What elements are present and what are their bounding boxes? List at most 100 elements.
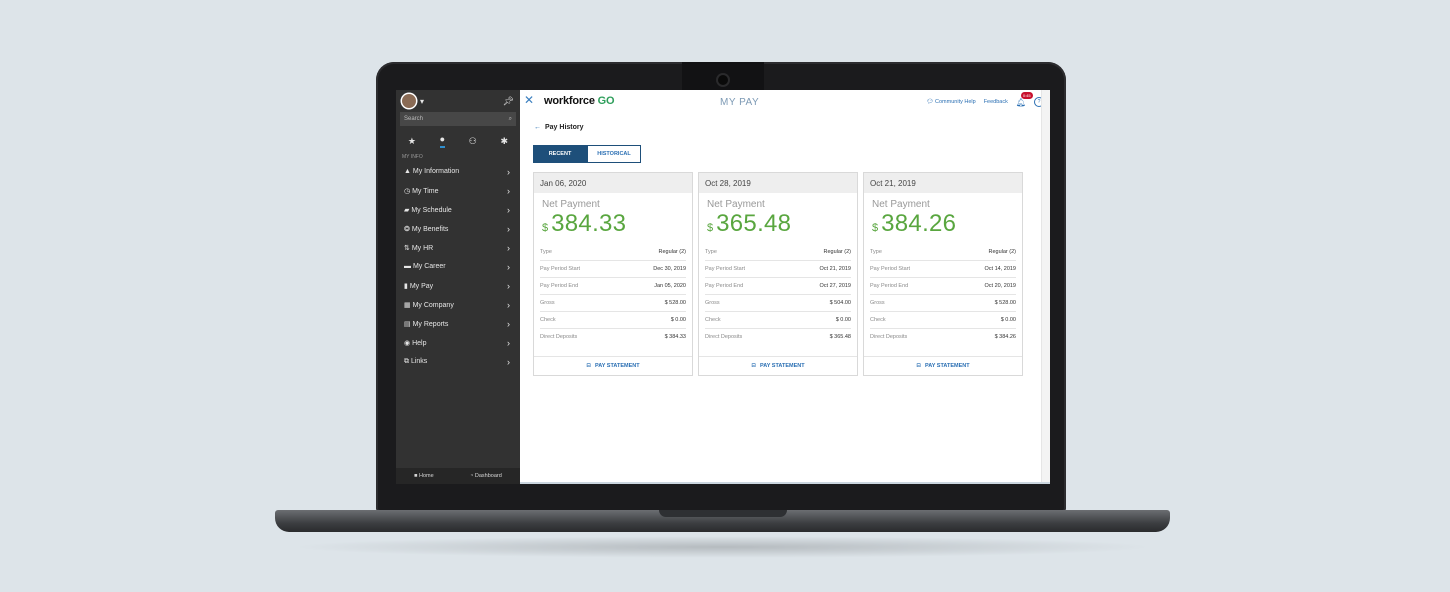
- sidebar-item-label: My Schedule: [411, 206, 452, 214]
- benefits-icon: ❂: [404, 225, 410, 233]
- feedback-link[interactable]: Feedback: [984, 99, 1008, 105]
- sidebar-item-left: ⇅ My HR: [404, 244, 433, 252]
- pay-row: Pay Period End Oct 20, 2019: [870, 278, 1016, 295]
- row-label: Pay Period Start: [540, 266, 581, 272]
- sidebar-item-my-information[interactable]: ▲ My Information ›: [396, 162, 520, 181]
- sidebar-item-left: ▬ My Career: [404, 263, 446, 270]
- pay-row: Pay Period Start Dec 30, 2019: [540, 261, 686, 278]
- sidebar-item-left: ▮ My Pay: [404, 282, 433, 290]
- close-icon[interactable]: ✕: [524, 93, 534, 107]
- chevron-right-icon: ›: [507, 299, 510, 310]
- tab-recent[interactable]: RECENT: [533, 145, 587, 163]
- breadcrumb-label: Pay History: [545, 124, 584, 131]
- sidebar-item-my-reports[interactable]: ▤ My Reports ›: [396, 314, 520, 333]
- sidebar-item-label: My Reports: [412, 320, 449, 328]
- row-label: Type: [705, 249, 717, 255]
- sidebar-item-my-pay[interactable]: ▮ My Pay ›: [396, 276, 520, 295]
- row-label: Gross: [870, 300, 885, 306]
- row-value: $ 504.00: [829, 300, 851, 306]
- breadcrumb[interactable]: ← Pay History: [534, 124, 584, 131]
- sidebar-item-left: ◉ Help: [404, 339, 426, 347]
- hr-icon: ⇅: [404, 244, 410, 252]
- sidebar-item-my-company[interactable]: ▦ My Company ›: [396, 295, 520, 314]
- camera: [718, 75, 728, 85]
- community-help-link[interactable]: 💬︎ Community Help: [927, 99, 976, 105]
- net-amount-value: 384.33: [551, 210, 627, 237]
- dashboard-link[interactable]: ◔ Dashboard: [470, 473, 502, 479]
- sidebar-item-my-hr[interactable]: ⇅ My HR ›: [396, 238, 520, 257]
- chevron-right-icon: ›: [507, 337, 510, 348]
- dashboard-label: Dashboard: [474, 473, 502, 479]
- sidebar-item-left: ▰ My Schedule: [404, 206, 452, 214]
- logo-accent: GO: [597, 95, 615, 107]
- tab-historical[interactable]: HISTORICAL: [587, 145, 641, 163]
- briefcase-icon: ▬: [404, 263, 411, 270]
- sidebar-item-left: ⧉ Links: [404, 358, 427, 366]
- net-amount-value: 384.26: [881, 210, 957, 237]
- sidebar-item-left: ▤ My Reports: [404, 320, 448, 328]
- net-amount: $384.26: [864, 210, 1022, 238]
- row-value: $ 365.48: [829, 334, 851, 340]
- sidebar-item-links[interactable]: ⧉ Links ›: [396, 352, 520, 371]
- row-label: Pay Period Start: [870, 266, 911, 272]
- row-label: Check: [705, 317, 721, 323]
- pin-icon[interactable]: 📌︎: [503, 96, 514, 107]
- sidebar-item-my-benefits[interactable]: ❂ My Benefits ›: [396, 219, 520, 238]
- person-tab-icon[interactable]: ●: [439, 134, 446, 148]
- currency-symbol: $: [872, 222, 879, 234]
- sidebar-item-left: ▦ My Company: [404, 301, 454, 309]
- back-arrow-icon[interactable]: ←: [534, 124, 541, 131]
- gear-icon[interactable]: ✱: [501, 136, 509, 147]
- row-value: Dec 30, 2019: [653, 266, 686, 272]
- sidebar-item-my-time[interactable]: ◷ My Time ›: [396, 181, 520, 200]
- team-icon[interactable]: ⚇: [469, 136, 477, 147]
- pay-card: Oct 28, 2019 Net Payment $365.48 Type Regula…: [698, 172, 858, 376]
- star-icon[interactable]: ★: [408, 136, 416, 147]
- pay-row: Pay Period End Jan 05, 2020: [540, 278, 686, 295]
- net-amount-value: 365.48: [716, 210, 792, 237]
- pay-statement-button[interactable]: ⊟ PAY STATEMENT: [864, 356, 1022, 375]
- pay-details: Type Regular (2) Pay Period Start Dec 30, 2…: [534, 244, 692, 345]
- card-date: Oct 28, 2019: [699, 173, 857, 193]
- sidebar-item-my-career[interactable]: ▬ My Career ›: [396, 257, 520, 276]
- pay-icon: ▮: [404, 282, 408, 290]
- pay-row: Check $ 0.00: [705, 312, 851, 329]
- pay-row: Direct Deposits $ 365.48: [705, 329, 851, 345]
- sidebar-item-left: ▲ My Information: [404, 168, 459, 175]
- sidebar-item-my-schedule[interactable]: ▰ My Schedule ›: [396, 200, 520, 219]
- scrollbar[interactable]: [1041, 90, 1050, 484]
- chevron-right-icon: ›: [507, 261, 510, 272]
- row-label: Gross: [540, 300, 555, 306]
- sidebar-item-label: My HR: [411, 244, 434, 252]
- pay-row: Pay Period Start Oct 14, 2019: [870, 261, 1016, 278]
- statement-icon: ⊟: [751, 363, 756, 369]
- search-icon[interactable]: ⌕: [509, 116, 512, 123]
- pay-row: Check $ 0.00: [540, 312, 686, 329]
- bell-icon[interactable]: 🔔︎ 0:45: [1016, 91, 1033, 107]
- pay-statement-button[interactable]: ⊟ PAY STATEMENT: [699, 356, 857, 375]
- pay-card: Jan 06, 2020 Net Payment $384.33 Type Regula…: [533, 172, 693, 376]
- row-value: Jan 05, 2020: [654, 283, 686, 289]
- sidebar-header: ▾ 📌︎: [396, 90, 520, 112]
- row-label: Check: [540, 317, 556, 323]
- avatar[interactable]: [402, 94, 416, 108]
- search-input[interactable]: Search ⌕: [400, 112, 516, 126]
- row-value: Regular (2): [988, 249, 1016, 255]
- chevron-right-icon: ›: [507, 204, 510, 215]
- chevron-right-icon: ›: [507, 242, 510, 253]
- pay-card: Oct 21, 2019 Net Payment $384.26 Type Regula…: [863, 172, 1023, 376]
- pay-statement-button[interactable]: ⊟ PAY STATEMENT: [534, 356, 692, 375]
- pay-row: Direct Deposits $ 384.33: [540, 329, 686, 345]
- chevron-right-icon: ›: [507, 356, 510, 367]
- sidebar-nav: ▲ My Information › ◷ My Time › ▰ My Schedule…: [396, 162, 520, 371]
- sidebar-item-label: My Career: [412, 263, 446, 270]
- pay-row: Gross $ 528.00: [870, 295, 1016, 312]
- row-value: $ 384.26: [994, 334, 1016, 340]
- sidebar-item-help[interactable]: ◉ Help ›: [396, 333, 520, 352]
- pay-row: Pay Period Start Oct 21, 2019: [705, 261, 851, 278]
- sidebar: ▾ 📌︎ Search ⌕ ★ ● ⚇ ✱ MY INFO ▲ My Infor…: [396, 90, 520, 484]
- pay-row: Pay Period End Oct 27, 2019: [705, 278, 851, 295]
- sidebar-item-left: ◷ My Time: [404, 187, 439, 195]
- user-menu[interactable]: ▾: [402, 94, 424, 108]
- home-link[interactable]: ■ Home: [414, 473, 434, 479]
